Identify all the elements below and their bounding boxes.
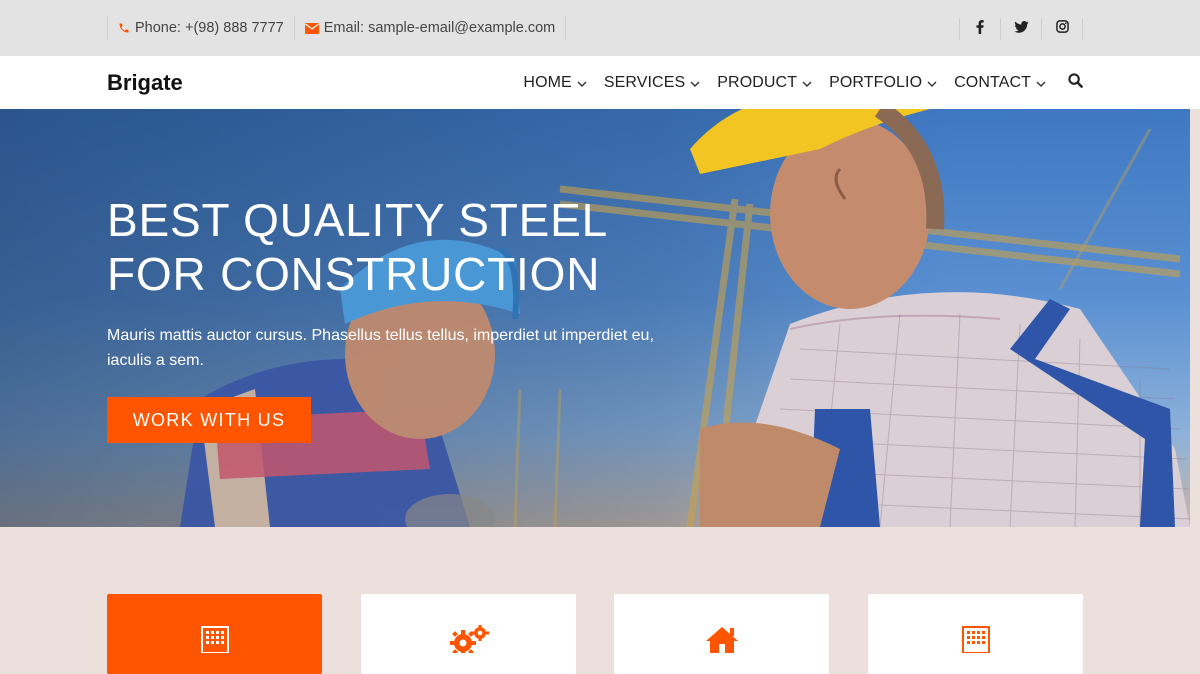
chevron-down-icon <box>1036 74 1046 92</box>
main-navbar: Brigate HOME SERVICES PRODUCT PORTFOLIO … <box>0 56 1200 109</box>
facebook-icon <box>976 19 984 39</box>
twitter-icon <box>1013 20 1029 38</box>
phone-icon <box>118 22 130 34</box>
hero-description: Mauris mattis auctor cursus. Phasellus t… <box>107 327 654 369</box>
twitter-link[interactable] <box>1001 18 1042 40</box>
nav-item-contact[interactable]: CONTACT <box>954 74 1046 92</box>
site-logo[interactable]: Brigate <box>107 70 183 96</box>
nav-item-label: SERVICES <box>603 73 686 91</box>
chevron-down-icon <box>690 74 700 92</box>
hero-headline: BEST QUALITY STEEL FOR CONSTRUCTION <box>107 193 727 301</box>
hero-background-photo <box>180 109 1190 527</box>
hero-banner: BEST QUALITY STEEL FOR CONSTRUCTION Maur… <box>0 109 1190 527</box>
instagram-icon <box>1055 20 1069 38</box>
nav-item-label: PORTFOLIO <box>829 73 923 91</box>
phone-info: Phone: +(98) 888 7777 <box>108 16 295 40</box>
nav-item-portfolio[interactable]: PORTFOLIO <box>829 74 937 92</box>
nav-item-label: CONTACT <box>954 73 1031 91</box>
envelope-icon <box>304 22 319 34</box>
nav-item-home[interactable]: HOME <box>523 73 587 92</box>
nav-item-services[interactable]: SERVICES <box>604 74 700 92</box>
chevron-down-icon <box>802 74 812 92</box>
feature-card-3[interactable] <box>614 594 829 674</box>
email-text: Email: sample-email@example.com <box>323 20 556 36</box>
top-bar: Phone: +(98) 888 7777 Email: sample-emai… <box>0 0 1200 56</box>
facebook-link[interactable] <box>960 18 1001 40</box>
work-with-us-button[interactable]: WORK WITH US <box>107 397 311 443</box>
feature-card-2[interactable] <box>361 594 576 674</box>
main-menu: HOME SERVICES PRODUCT PORTFOLIO CONTACT <box>523 56 1083 109</box>
instagram-link[interactable] <box>1042 18 1083 40</box>
feature-card-4[interactable] <box>868 594 1083 674</box>
hero-headline-line2: FOR CONSTRUCTION <box>107 248 601 300</box>
features-section <box>0 527 1200 674</box>
email-info[interactable]: Email: sample-email@example.com <box>295 16 567 40</box>
contact-info: Phone: +(98) 888 7777 Email: sample-emai… <box>107 16 567 40</box>
hero-headline-line1: BEST QUALITY STEEL <box>107 194 608 246</box>
social-links <box>959 18 1083 40</box>
nav-item-label: PRODUCT <box>717 73 798 91</box>
phone-text: Phone: +(98) 888 7777 <box>135 20 284 36</box>
chevron-down-icon <box>927 74 937 92</box>
search-button[interactable] <box>1068 72 1083 93</box>
feature-card-1[interactable] <box>107 594 322 674</box>
nav-item-label: HOME <box>523 73 572 91</box>
nav-item-product[interactable]: PRODUCT <box>717 74 812 92</box>
search-icon <box>1068 72 1083 93</box>
chevron-down-icon <box>577 74 587 92</box>
